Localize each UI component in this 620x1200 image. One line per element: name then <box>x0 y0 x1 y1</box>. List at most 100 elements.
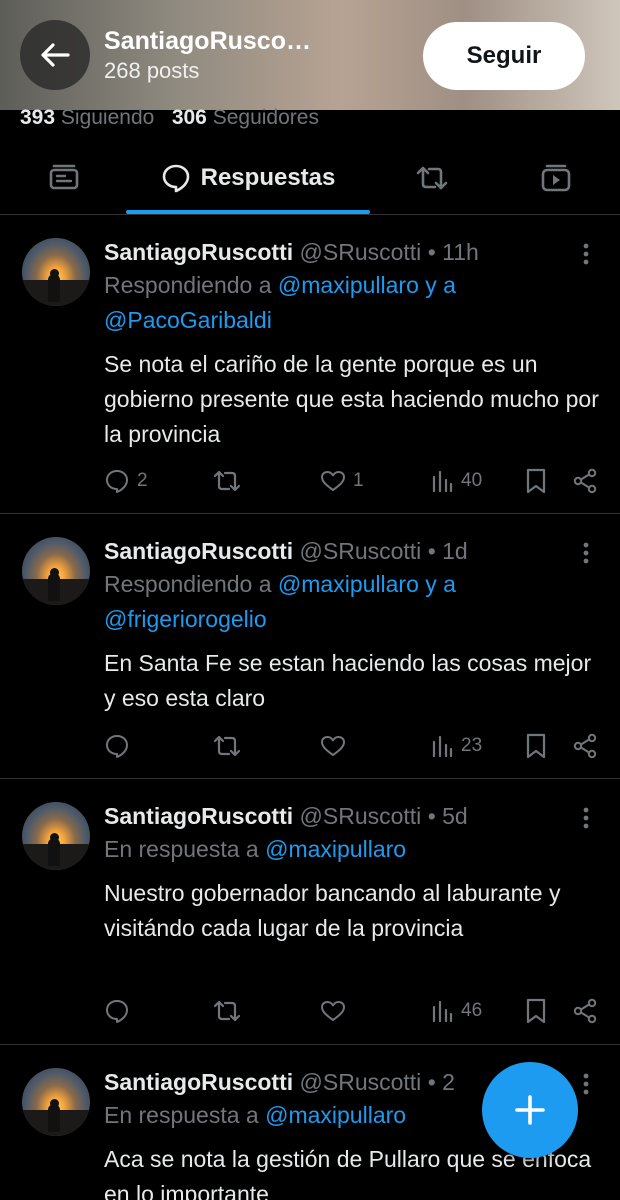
posts-icon <box>49 164 79 189</box>
analytics-icon <box>432 735 453 758</box>
mention-link[interactable]: @PacoGaribaldi <box>104 307 272 333</box>
replying-to: Respondiendo a @maxipullaro y a <box>104 567 456 602</box>
back-button[interactable] <box>20 20 90 90</box>
more-options-icon[interactable] <box>574 1070 598 1098</box>
views-button[interactable]: 40 <box>430 466 482 496</box>
heart-icon <box>321 736 345 756</box>
profile-tabs: Respuestas <box>0 140 620 215</box>
avatar[interactable] <box>22 802 90 870</box>
post-actions: 46 <box>104 996 604 1026</box>
reply-button[interactable] <box>104 996 137 1026</box>
bookmark-button[interactable] <box>524 996 548 1026</box>
separator-dot: • <box>427 803 436 829</box>
replying-to-joiner: y a <box>425 571 456 597</box>
replying-to-label: Respondiendo a <box>104 571 272 597</box>
plus-icon <box>515 1095 545 1125</box>
repost-icon <box>213 1000 241 1022</box>
share-button[interactable] <box>572 996 598 1026</box>
mention-link[interactable]: @frigeriorogelio <box>104 606 267 632</box>
video-icon <box>541 164 571 191</box>
share-icon <box>573 733 597 759</box>
views-button[interactable]: 23 <box>430 731 482 761</box>
like-button[interactable] <box>320 996 353 1026</box>
mention-link[interactable]: @maxipullaro <box>278 272 419 298</box>
follow-button[interactable]: Seguir <box>423 22 585 90</box>
active-tab-indicator <box>126 210 370 214</box>
repost-button[interactable] <box>212 996 249 1026</box>
author-handle: @SRuscotti <box>299 538 422 564</box>
repost-icon <box>213 470 241 492</box>
avatar[interactable] <box>22 537 90 605</box>
mention-link[interactable]: @maxipullaro <box>278 571 419 597</box>
following-label[interactable]: Siguiendo <box>61 106 154 129</box>
bookmark-icon <box>526 998 546 1024</box>
bookmark-icon <box>526 733 546 759</box>
share-button[interactable] <box>572 731 598 761</box>
following-count[interactable]: 393 <box>20 106 55 129</box>
post-time: 5d <box>442 803 468 829</box>
bookmark-button[interactable] <box>524 466 548 496</box>
like-button[interactable] <box>320 731 353 761</box>
author-handle: @SRuscotti <box>299 1069 422 1095</box>
replying-to-label: En respuesta a <box>104 1102 259 1128</box>
repost-button[interactable] <box>212 731 249 761</box>
reply-icon <box>106 1000 128 1023</box>
replying-to: En respuesta a @maxipullaro <box>104 1098 406 1133</box>
replying-to: En respuesta a @maxipullaro <box>104 832 406 867</box>
post-time: 11h <box>442 239 479 265</box>
more-options-icon[interactable] <box>574 240 598 268</box>
replying-to-label: Respondiendo a <box>104 272 272 298</box>
more-options-icon[interactable] <box>574 804 598 832</box>
followers-count[interactable]: 306 <box>172 106 207 129</box>
chat-bubble-icon <box>162 164 189 192</box>
heart-icon <box>321 471 345 491</box>
bookmark-button[interactable] <box>524 731 548 761</box>
post-time: 2 <box>442 1069 455 1095</box>
post-header: SantiagoRuscotti @SRuscotti • 1d <box>104 535 468 567</box>
share-button[interactable] <box>572 466 598 496</box>
profile-stats: 393 Siguiendo 306 Seguidores <box>20 104 319 132</box>
compose-button[interactable] <box>482 1062 578 1158</box>
author-name[interactable]: SantiagoRuscotti <box>104 803 293 829</box>
analytics-icon <box>432 1000 453 1023</box>
reply-post[interactable]: SantiagoRuscotti @SRuscotti • 11h Respon… <box>0 216 620 514</box>
avatar[interactable] <box>22 1068 90 1136</box>
post-time: 1d <box>442 538 468 564</box>
view-count: 40 <box>461 470 483 491</box>
views-button[interactable]: 46 <box>430 996 482 1026</box>
analytics-icon <box>432 470 453 493</box>
post-actions: 23 <box>104 731 604 761</box>
author-name[interactable]: SantiagoRuscotti <box>104 239 293 265</box>
author-handle: @SRuscotti <box>299 803 422 829</box>
mention-link[interactable]: @maxipullaro <box>265 836 406 862</box>
separator-dot: • <box>427 1069 436 1095</box>
profile-name: SantiagoRusco… <box>104 27 311 55</box>
reply-count: 2 <box>137 470 148 491</box>
reply-post[interactable]: SantiagoRuscotti @SRuscotti • 1d Respond… <box>0 515 620 779</box>
separator-dot: • <box>427 538 436 564</box>
tab-respuestas-label: Respuestas <box>200 163 336 191</box>
post-header: SantiagoRuscotti @SRuscotti • 2 <box>104 1066 455 1098</box>
more-options-icon[interactable] <box>574 539 598 567</box>
mention-link[interactable]: @maxipullaro <box>265 1102 406 1128</box>
tab-videos[interactable] <box>516 140 596 215</box>
repost-button[interactable] <box>212 466 249 496</box>
heart-icon <box>321 1001 345 1021</box>
repost-icon <box>416 166 448 189</box>
followers-label[interactable]: Seguidores <box>213 106 319 129</box>
reply-icon <box>106 470 128 493</box>
share-icon <box>573 998 597 1024</box>
like-button[interactable]: 1 <box>320 466 364 496</box>
tab-reposts[interactable] <box>392 140 472 215</box>
avatar[interactable] <box>22 238 90 306</box>
author-name[interactable]: SantiagoRuscotti <box>104 538 293 564</box>
author-name[interactable]: SantiagoRuscotti <box>104 1069 293 1095</box>
share-icon <box>573 468 597 494</box>
post-actions: 2 1 40 <box>104 466 604 496</box>
reply-button[interactable] <box>104 731 137 761</box>
tab-respuestas[interactable]: Respuestas <box>126 140 370 215</box>
reply-button[interactable]: 2 <box>104 466 148 496</box>
view-count: 23 <box>461 735 483 756</box>
reply-post[interactable]: SantiagoRuscotti @SRuscotti • 5d En resp… <box>0 780 620 1045</box>
tab-posts[interactable] <box>22 140 106 215</box>
